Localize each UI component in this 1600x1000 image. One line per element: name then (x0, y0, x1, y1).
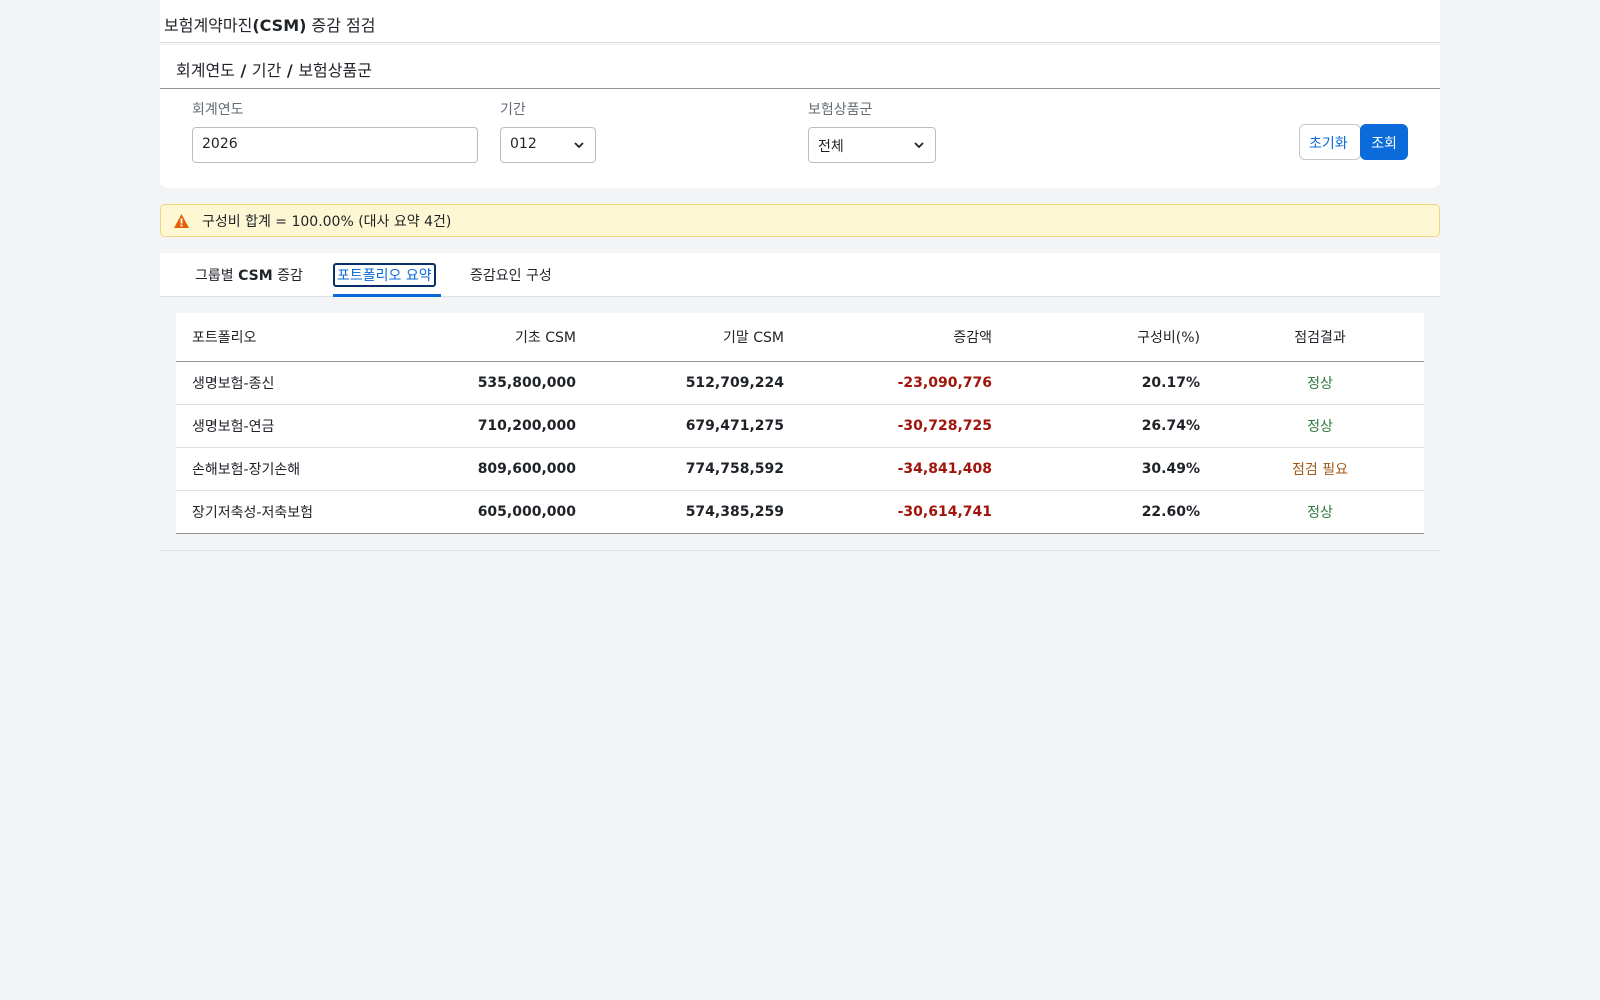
table-header-row: 포트폴리오 기초 CSM 기말 CSM 증감액 구성비(%) 점검결과 (176, 313, 1424, 362)
alert-text: 구성비 합계 = 100.00% (대사 요약 4건) (202, 213, 452, 230)
cell-closing-csm: 679,471,275 (592, 404, 800, 448)
cell-ratio: 30.49% (1008, 447, 1216, 491)
year-input[interactable]: 2026 (192, 127, 478, 163)
tab-bar: 그룹별 CSM 증감 포트폴리오 요약 증감요인 구성 (160, 253, 1440, 297)
period-label: 기간 (500, 102, 526, 118)
year-field: 회계연도 2026 (192, 99, 478, 163)
group-value: 전체 (818, 139, 844, 155)
group-select[interactable]: 전체 (808, 127, 936, 163)
tab-group-csm[interactable]: 그룹별 CSM 증감 (195, 265, 303, 285)
table-row: 장기저축성-저축보험 605,000,000 574,385,259 -30,6… (176, 490, 1424, 533)
cell-opening-csm: 710,200,000 (416, 404, 592, 448)
warning-icon (174, 213, 189, 228)
filter-panel: 회계연도 / 기간 / 보험상품군 회계연도 2026 기간 012 보험상품군… (160, 45, 1440, 188)
tab-group-csm-bold: CSM (238, 268, 273, 284)
col-portfolio: 포트폴리오 (176, 313, 416, 362)
cell-change: -23,090,776 (800, 361, 1008, 405)
col-result: 점검결과 (1216, 313, 1424, 362)
group-field: 보험상품군 전체 (808, 99, 936, 163)
tab-change-factors[interactable]: 증감요인 구성 (470, 265, 552, 285)
active-tab-indicator (333, 294, 441, 297)
cell-portfolio: 생명보험-종신 (176, 361, 416, 405)
filter-row: 회계연도 2026 기간 012 보험상품군 전체 초기화 조회 (160, 89, 1440, 187)
cell-closing-csm: 512,709,224 (592, 361, 800, 405)
cell-result: 정상 (1307, 504, 1333, 521)
app-title-prefix: 보험계약마진 (164, 16, 253, 35)
filter-heading-period: 기간 (251, 61, 282, 80)
tab-group-csm-suffix: 증감 (272, 268, 303, 284)
cell-portfolio: 생명보험-연금 (176, 404, 416, 448)
group-label: 보험상품군 (808, 102, 873, 118)
cell-ratio: 20.17% (1008, 361, 1216, 405)
filter-heading-group: 보험상품군 (298, 61, 372, 80)
app-title-bold: (CSM) (252, 16, 307, 35)
filter-heading: 회계연도 / 기간 / 보험상품군 (160, 45, 1440, 89)
period-value: 012 (510, 136, 537, 152)
cell-portfolio: 손해보험-장기손해 (176, 447, 416, 491)
cell-change: -30,614,741 (897, 503, 992, 520)
app-title: 보험계약마진(CSM) 증감 점검 (160, 0, 1440, 43)
col-opening-csm: 기초 CSM (416, 313, 592, 362)
period-select[interactable]: 012 (500, 127, 596, 163)
reset-button[interactable]: 초기화 (1299, 124, 1361, 160)
cell-portfolio: 장기저축성-저축보험 (192, 504, 313, 521)
cell-opening-csm: 535,800,000 (416, 361, 592, 405)
table-row: 손해보험-장기손해 809,600,000 774,758,592 -34,84… (176, 447, 1424, 491)
table-row: 생명보험-종신 535,800,000 512,709,224 -23,090,… (176, 361, 1424, 405)
col-ratio: 구성비(%) (1008, 313, 1216, 362)
cell-result: 점검 필요 (1216, 447, 1424, 491)
cell-ratio: 26.74% (1008, 404, 1216, 448)
cell-opening-csm: 809,600,000 (416, 447, 592, 491)
cell-ratio: 22.60% (1141, 503, 1200, 520)
filter-heading-year: 회계연도 (176, 61, 235, 80)
portfolio-table: 포트폴리오 기초 CSM 기말 CSM 증감액 구성비(%) 점검결과 생명보험… (176, 313, 1424, 534)
col-change: 증감액 (800, 313, 1008, 362)
validation-alert: 구성비 합계 = 100.00% (대사 요약 4건) (160, 204, 1440, 237)
tab-portfolio-summary[interactable]: 포트폴리오 요약 (333, 263, 436, 287)
cell-result: 정상 (1216, 361, 1424, 405)
table-row: 생명보험-연금 710,200,000 679,471,275 -30,728,… (176, 404, 1424, 448)
filter-heading-sep1: / (234, 61, 252, 80)
app-title-suffix: 증감 점검 (306, 16, 376, 35)
filter-heading-sep2: / (281, 61, 299, 80)
portfolio-table-container: 포트폴리오 기초 CSM 기말 CSM 증감액 구성비(%) 점검결과 생명보험… (160, 297, 1440, 551)
cell-result: 정상 (1216, 404, 1424, 448)
chevron-down-icon (914, 142, 924, 149)
cell-change: -30,728,725 (800, 404, 1008, 448)
period-field: 기간 012 (500, 99, 596, 163)
cell-change: -34,841,408 (800, 447, 1008, 491)
search-button[interactable]: 조회 (1360, 124, 1408, 160)
cell-opening-csm: 605,000,000 (477, 503, 576, 520)
cell-closing-csm: 574,385,259 (685, 503, 784, 520)
col-closing-csm: 기말 CSM (592, 313, 800, 362)
chevron-down-icon (574, 142, 584, 149)
page: 보험계약마진(CSM) 증감 점검 회계연도 / 기간 / 보험상품군 회계연도… (160, 0, 1440, 1000)
year-label: 회계연도 (192, 102, 244, 118)
tab-group-csm-prefix: 그룹별 (195, 268, 239, 284)
cell-closing-csm: 774,758,592 (592, 447, 800, 491)
